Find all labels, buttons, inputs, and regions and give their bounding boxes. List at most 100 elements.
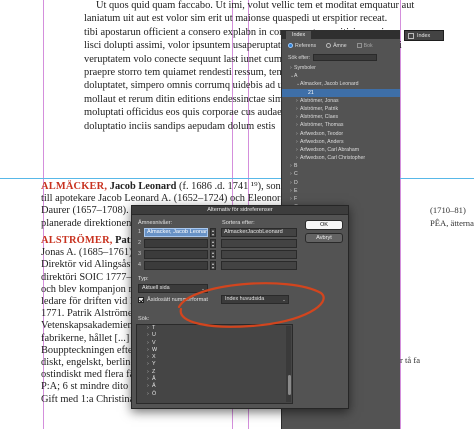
- index-tree-item[interactable]: › Arfwedson, Teodor: [282, 130, 400, 138]
- list-item[interactable]: › T: [137, 325, 292, 332]
- type-select[interactable]: Aktuell sida ⌄: [138, 284, 208, 293]
- index-tree-item[interactable]: › Alströmer, Patrik: [282, 105, 400, 113]
- index-tree-item-label: D: [294, 179, 298, 186]
- level-order-stepper[interactable]: ▴ ▾: [210, 228, 216, 237]
- index-tree-item-label: Arfwedson, Teodor: [300, 130, 344, 137]
- collapsed-index-label: Index: [417, 32, 431, 39]
- index-tree-item[interactable]: › Arfwedson, Carl Christopher: [282, 154, 400, 162]
- index-tree-item[interactable]: › F: [282, 195, 400, 203]
- number-style-select[interactable]: Index huvudsida ⌄: [221, 295, 289, 304]
- page-reference-options-dialog[interactable]: Alternativ för sidreferenser Ämnesnivåer…: [131, 205, 349, 409]
- checkbox-icon: [356, 43, 362, 49]
- radio-icon: [288, 43, 293, 49]
- list-item[interactable]: › W: [137, 347, 292, 354]
- mode-topic-option[interactable]: Ämne: [326, 43, 347, 49]
- sort-by-input[interactable]: [221, 239, 297, 248]
- override-number-style-label: Åsidosätt nummerformat: [147, 297, 208, 303]
- radio-icon: [326, 43, 332, 49]
- list-item[interactable]: › Ö: [137, 391, 292, 398]
- index-tree-item[interactable]: › Arfwedson, Carl Abraham: [282, 146, 400, 154]
- baseline-guide: [0, 178, 474, 179]
- index-tree-item[interactable]: ⌄Almacker, Jacob Leonard: [282, 80, 400, 88]
- body-text-line: Ut quos quid quam faccabo. Ut imi, volut…: [96, 0, 415, 11]
- sort-by-input[interactable]: AlmackerJacobLeonard: [221, 228, 297, 237]
- topic-level-input[interactable]: [144, 261, 208, 270]
- list-scrollbar-thumb[interactable]: [288, 375, 291, 395]
- mode-topic-label: Ämne: [333, 43, 347, 49]
- list-item[interactable]: › Z: [137, 369, 292, 376]
- dialog-title: Alternativ för sidreferenser: [132, 206, 348, 215]
- entry-text-line: Bouppteckningen efter P: [41, 344, 145, 356]
- index-tree-item[interactable]: › Alströmer, Claes: [282, 113, 400, 121]
- index-tree-item-label: F: [294, 196, 298, 202]
- topic-level-input[interactable]: Almacker, Jacob Leonard: [144, 228, 208, 237]
- topic-levels-label: Ämnesnivåer:: [138, 220, 173, 226]
- panel-search-label: Sök efter:: [288, 54, 311, 61]
- index-tree-item-label: E: [294, 187, 298, 194]
- mode-book-option[interactable]: Bok: [356, 43, 373, 49]
- index-tree-item[interactable]: 21: [282, 88, 400, 97]
- panel-tab-strip: Index: [282, 30, 400, 39]
- type-select-value: Aktuell sida: [142, 285, 170, 291]
- body-text-line: doluptatio inciis sandips aepudam dolum …: [84, 120, 276, 132]
- override-number-style-checkbox[interactable]: [138, 297, 144, 303]
- list-item[interactable]: › Ä: [137, 383, 292, 390]
- index-tree-item[interactable]: › Alströmer, Jonas: [282, 97, 400, 105]
- panel-mode-row: Referens Ämne Bok: [282, 39, 400, 53]
- right-column-text: PÊA, ätterna: [430, 217, 474, 228]
- index-tree-item-label: Alströmer, Patrik: [300, 105, 339, 112]
- index-tree-item[interactable]: › C: [282, 170, 400, 178]
- right-column-text: r tå fa: [400, 355, 421, 365]
- list-item[interactable]: › X: [137, 354, 292, 361]
- list-item[interactable]: › Y: [137, 361, 292, 368]
- level-order-stepper[interactable]: ▴ ▾: [210, 239, 216, 248]
- index-panel-icon: [408, 32, 414, 39]
- index-tree-item-label: Arfwedson, Carl Christopher: [300, 155, 366, 162]
- level-order-stepper[interactable]: ▴ ▾: [210, 250, 216, 259]
- index-tree-item-label: Arfwedson, Anders: [300, 138, 344, 145]
- list-item-label: X: [152, 354, 156, 361]
- index-tree-item-label: Symboler: [294, 65, 316, 71]
- mode-references-option[interactable]: Referens: [288, 43, 316, 49]
- list-item[interactable]: › Å: [137, 376, 292, 383]
- index-tree-item[interactable]: › D: [282, 179, 400, 187]
- list-item[interactable]: › U: [137, 332, 292, 339]
- panel-search-row: Sök efter:: [282, 53, 400, 64]
- tab-index[interactable]: Index: [286, 30, 312, 39]
- list-item-label: T: [152, 325, 156, 331]
- collapsed-index-panel-button[interactable]: Index: [404, 30, 444, 41]
- index-tree-item[interactable]: ⌄A: [282, 72, 400, 80]
- index-tree-item-label: Alströmer, Jonas: [300, 97, 339, 104]
- index-tree-item-label: Almacker, Jacob Leonard: [300, 81, 359, 88]
- entry-text-line: ledare för driften vid Ma: [41, 296, 144, 307]
- index-tree-item[interactable]: › E: [282, 187, 400, 195]
- index-tree-item[interactable]: › Symboler: [282, 64, 400, 72]
- right-column-text: (1710–81): [430, 205, 466, 215]
- topic-level-number: 3: [138, 251, 141, 257]
- topic-level-input[interactable]: [144, 239, 208, 248]
- chevron-down-icon: ⌄: [282, 297, 286, 302]
- list-item[interactable]: › V: [137, 340, 292, 347]
- index-tree-item-label: Alströmer, Claes: [300, 114, 339, 121]
- dialog-topic-list[interactable]: › T › U › V › W › X › Y › Z › Å › Ä › Ö: [136, 324, 293, 404]
- entry-given-name: Jacob Leonard: [107, 181, 177, 192]
- sort-by-input[interactable]: [221, 261, 297, 270]
- sort-by-input[interactable]: [221, 250, 297, 259]
- dialog-search-label: Sök:: [138, 316, 150, 322]
- cancel-button[interactable]: Avbryt: [305, 233, 343, 243]
- index-tree-item[interactable]: › Arfwedson, Anders: [282, 138, 400, 146]
- panel-search-input[interactable]: [313, 54, 378, 61]
- level-order-stepper[interactable]: ▴ ▾: [210, 261, 216, 270]
- index-tree-item[interactable]: › B: [282, 162, 400, 170]
- topic-level-input[interactable]: [144, 250, 208, 259]
- index-tree-item-label: C: [294, 171, 298, 178]
- entry-surname: ALMÄCKER,: [41, 181, 108, 192]
- topic-level-number: 2: [138, 240, 141, 246]
- index-tree-item-label: B: [294, 163, 298, 170]
- body-text-line: doluptatet, simpero omnis corrumq uidebi…: [84, 80, 302, 92]
- mode-book-label: Bok: [363, 43, 373, 49]
- ok-button[interactable]: OK: [305, 220, 343, 230]
- sort-by-label: Sortera efter:: [222, 220, 255, 226]
- index-tree-item[interactable]: › Alströmer, Thomas: [282, 121, 400, 129]
- list-item-label: V: [152, 339, 156, 346]
